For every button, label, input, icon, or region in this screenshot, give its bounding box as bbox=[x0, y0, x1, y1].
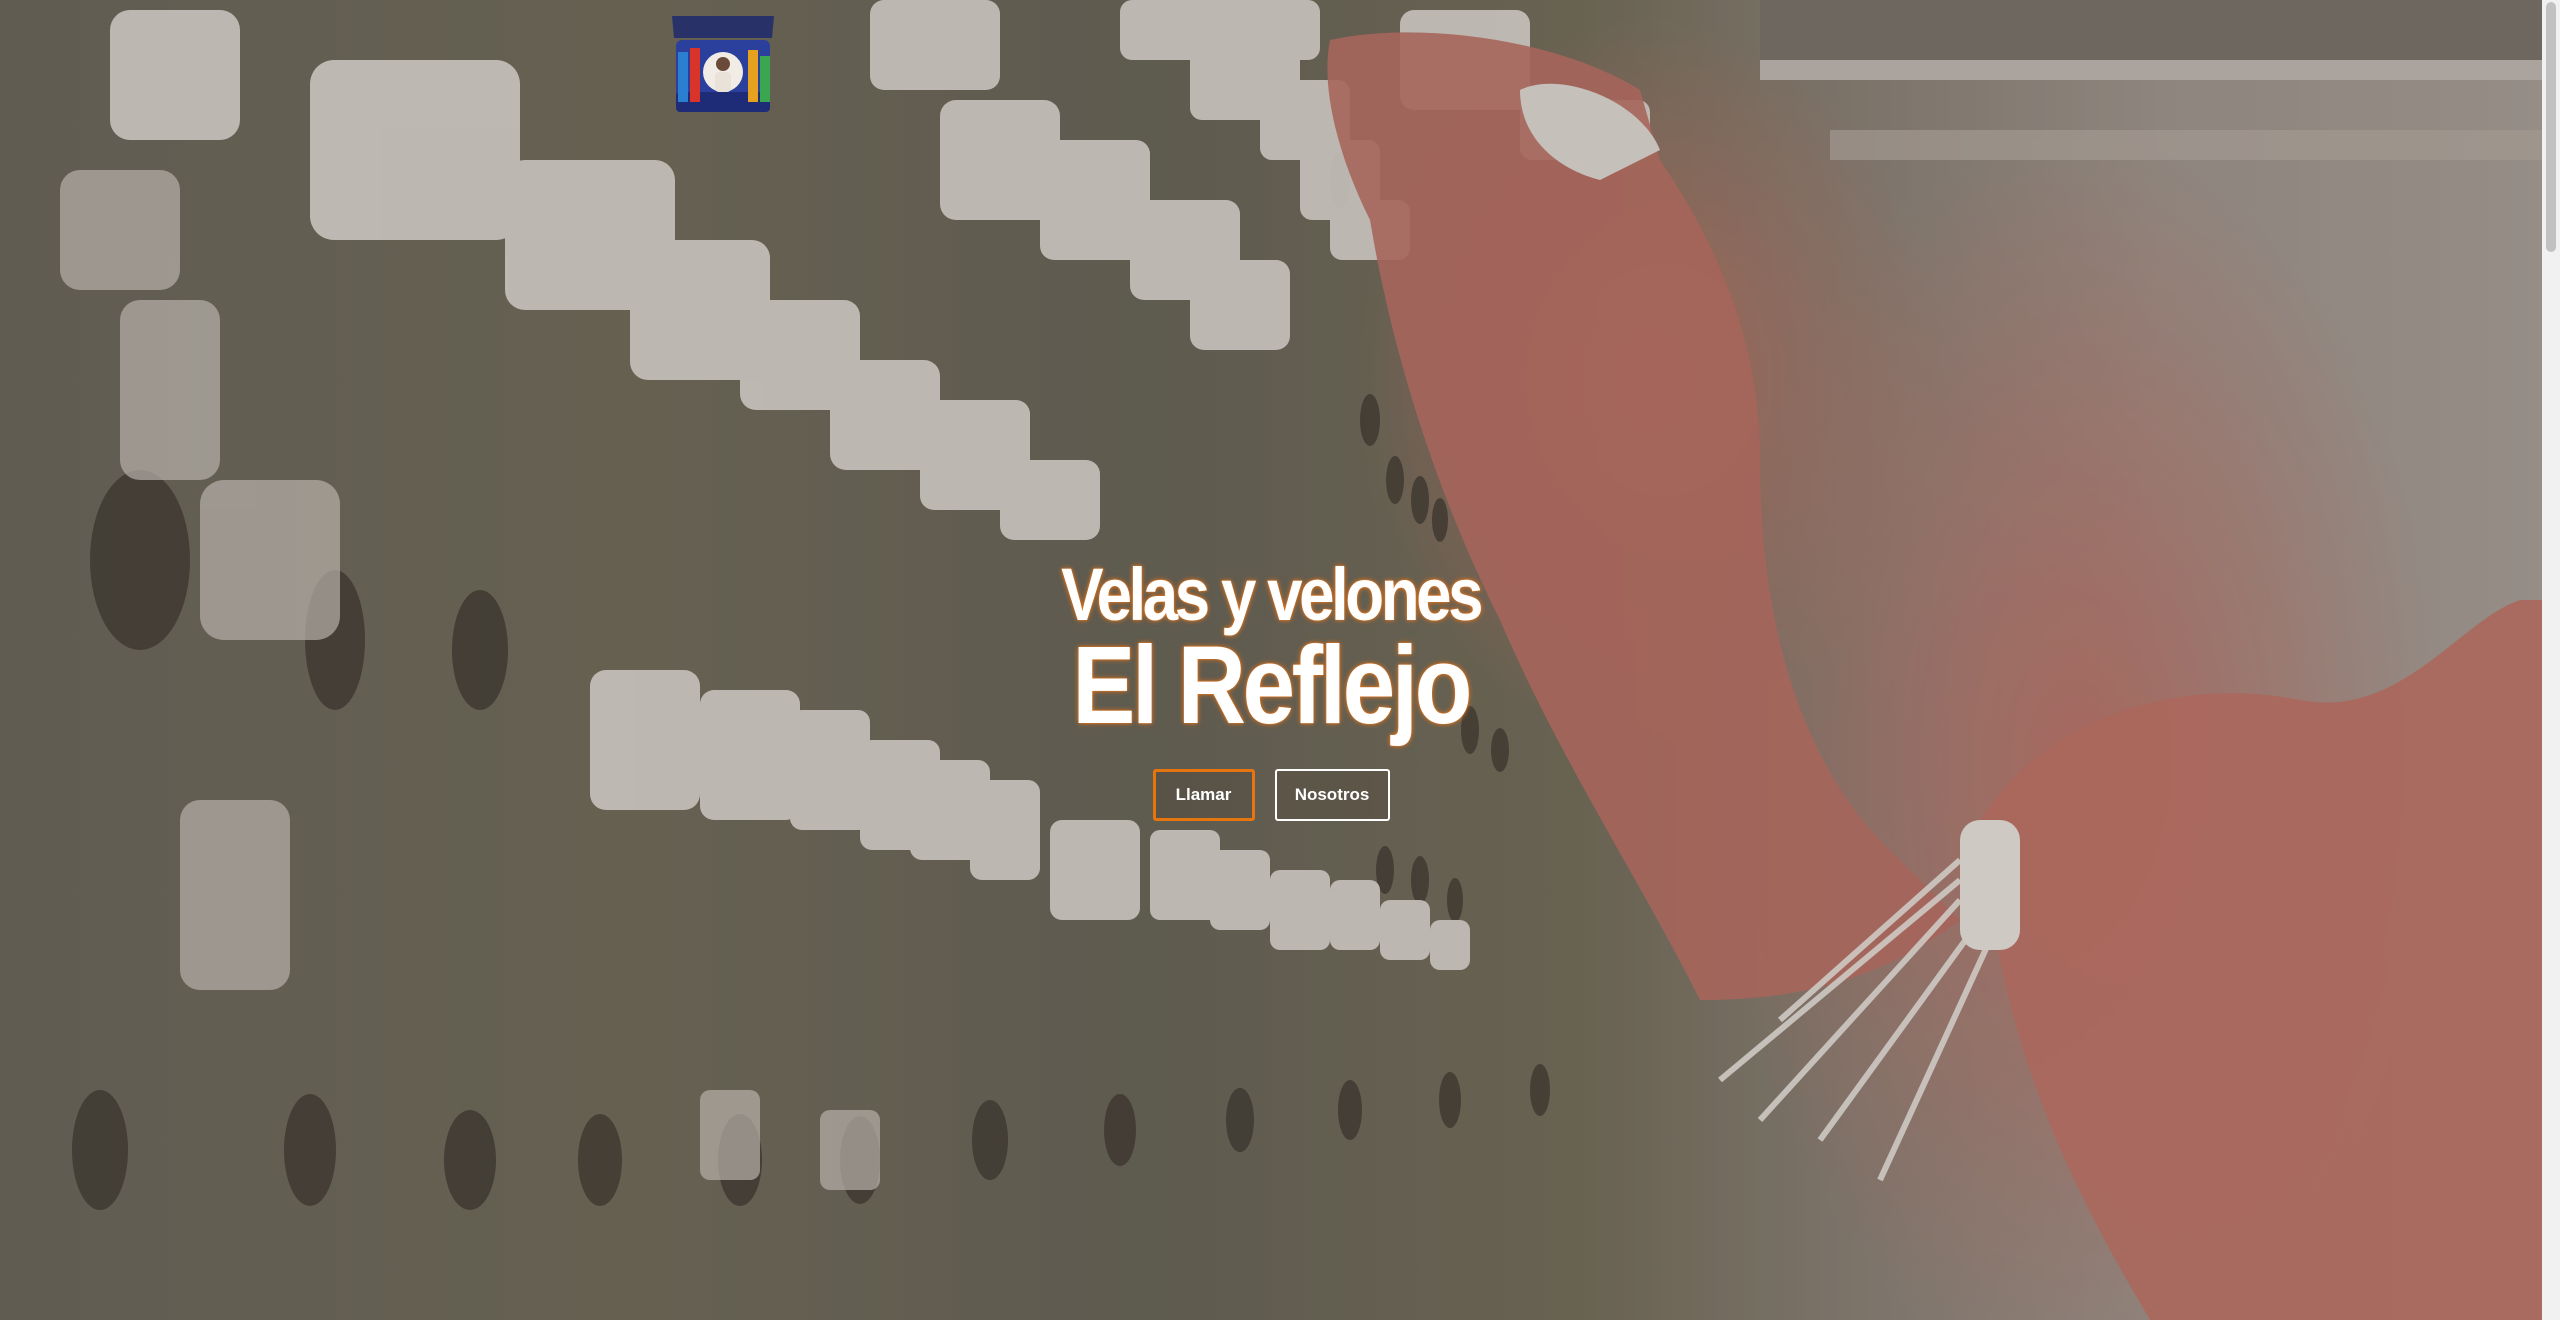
hero-title: El Reflejo bbox=[1072, 624, 1473, 747]
hero-buttons: Llamar Nosotros bbox=[0, 769, 2542, 821]
brand-logo[interactable] bbox=[668, 12, 778, 116]
hero-subtitle-wrap: Velas y velones bbox=[0, 555, 2542, 635]
brand-logo-image bbox=[672, 16, 774, 112]
hero-subtitle: Velas y velones bbox=[1061, 553, 1484, 636]
hero-heading: Velas y velones El Reflejo bbox=[0, 555, 2542, 741]
about-button[interactable]: Nosotros bbox=[1274, 769, 1390, 821]
page-viewport: Velas y velones El Reflejo Llamar Nosotr… bbox=[0, 0, 2560, 1320]
vertical-scrollbar[interactable] bbox=[2542, 0, 2560, 1320]
hero-title-wrap: El Reflejo bbox=[0, 631, 2542, 741]
scrollbar-thumb[interactable] bbox=[2546, 2, 2556, 252]
call-button[interactable]: Llamar bbox=[1152, 769, 1255, 821]
